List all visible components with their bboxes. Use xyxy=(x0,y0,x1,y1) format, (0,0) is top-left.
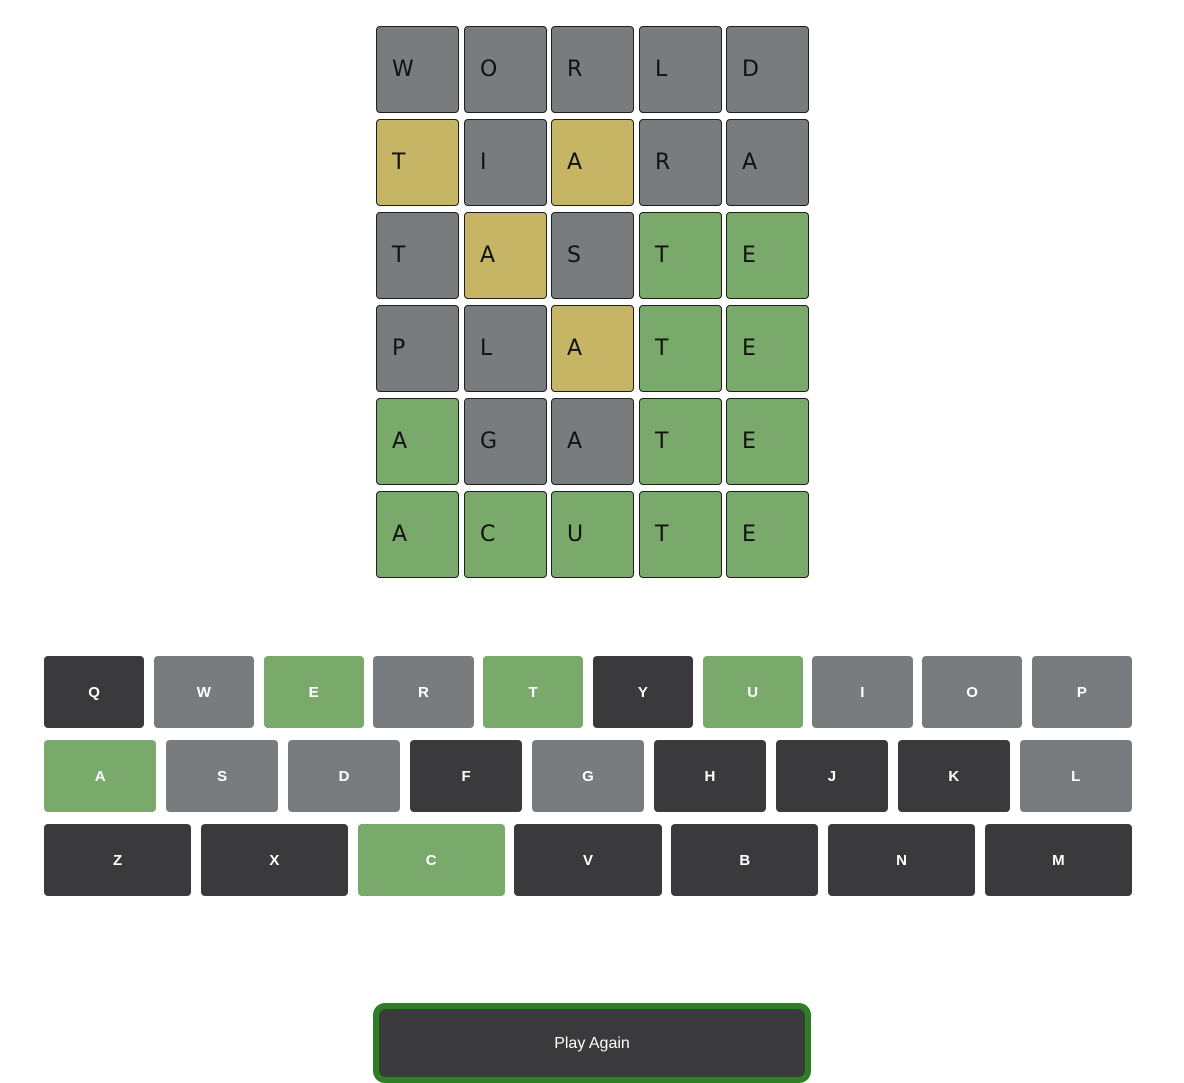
key-n[interactable]: N xyxy=(827,824,976,896)
letter-tile: A xyxy=(551,305,634,392)
letter-tile: L xyxy=(464,305,547,392)
key-j[interactable]: J xyxy=(775,740,889,812)
letter-tile: E xyxy=(726,305,809,392)
key-e[interactable]: E xyxy=(263,656,364,728)
board-row: ACUTE xyxy=(376,491,809,580)
letter-tile: I xyxy=(464,119,547,206)
letter-tile: A xyxy=(551,398,634,485)
letter-tile: A xyxy=(376,491,459,578)
key-k[interactable]: K xyxy=(897,740,1011,812)
letter-tile: A xyxy=(464,212,547,299)
letter-tile: R xyxy=(551,26,634,113)
tile-letter: T xyxy=(392,150,406,175)
tile-letter: E xyxy=(742,336,756,361)
tile-letter: A xyxy=(567,150,583,175)
board-row: TASTE xyxy=(376,212,809,301)
tile-letter: T xyxy=(655,336,669,361)
tile-letter: L xyxy=(655,57,668,82)
key-d[interactable]: D xyxy=(287,740,401,812)
play-again-button[interactable]: Play Again xyxy=(373,1003,811,1083)
tile-letter: T xyxy=(655,522,669,547)
letter-tile: R xyxy=(639,119,722,206)
key-v[interactable]: V xyxy=(514,824,662,896)
letter-tile: T xyxy=(639,305,722,392)
letter-tile: D xyxy=(726,26,809,113)
play-again-label: Play Again xyxy=(379,1009,805,1077)
key-f[interactable]: F xyxy=(409,740,523,812)
tile-letter: T xyxy=(655,243,669,268)
board-row: WORLD xyxy=(376,26,809,115)
letter-tile: T xyxy=(376,119,459,206)
key-y[interactable]: Y xyxy=(592,656,693,728)
key-h[interactable]: H xyxy=(653,740,767,812)
letter-tile: G xyxy=(464,398,547,485)
letter-tile: E xyxy=(726,491,809,578)
tile-letter: T xyxy=(392,243,406,268)
tile-letter: W xyxy=(392,57,414,82)
key-a[interactable]: A xyxy=(44,740,157,812)
letter-tile: O xyxy=(464,26,547,113)
letter-tile: E xyxy=(726,398,809,485)
letter-tile: T xyxy=(639,212,722,299)
tile-letter: T xyxy=(655,429,669,454)
keyboard-row: ASDFGHJKL xyxy=(44,740,1132,812)
board-row: TIARA xyxy=(376,119,809,208)
key-q[interactable]: Q xyxy=(44,656,145,728)
letter-tile: T xyxy=(639,398,722,485)
key-o[interactable]: O xyxy=(922,656,1023,728)
key-c[interactable]: C xyxy=(357,824,505,896)
tile-letter: A xyxy=(742,150,758,175)
key-t[interactable]: T xyxy=(483,656,584,728)
tile-letter: E xyxy=(742,429,756,454)
letter-tile: E xyxy=(726,212,809,299)
letter-tile: T xyxy=(376,212,459,299)
tile-letter: D xyxy=(742,57,759,82)
tile-letter: P xyxy=(392,336,406,361)
letter-tile: A xyxy=(726,119,809,206)
tile-letter: A xyxy=(480,243,496,268)
key-i[interactable]: I xyxy=(812,656,913,728)
tile-letter: I xyxy=(480,150,487,175)
tile-letter: L xyxy=(480,336,493,361)
letter-tile: W xyxy=(376,26,459,113)
letter-tile: S xyxy=(551,212,634,299)
tile-letter: E xyxy=(742,522,756,547)
tile-letter: U xyxy=(567,522,584,547)
letter-tile: A xyxy=(551,119,634,206)
letter-tile: U xyxy=(551,491,634,578)
tile-letter: G xyxy=(480,429,498,454)
key-m[interactable]: M xyxy=(984,824,1132,896)
key-z[interactable]: Z xyxy=(44,824,192,896)
key-s[interactable]: S xyxy=(165,740,279,812)
tile-letter: R xyxy=(655,150,671,175)
key-p[interactable]: P xyxy=(1031,656,1132,728)
letter-tile: P xyxy=(376,305,459,392)
tile-letter: S xyxy=(567,243,581,268)
key-l[interactable]: L xyxy=(1019,740,1132,812)
tile-letter: A xyxy=(567,429,583,454)
key-u[interactable]: U xyxy=(702,656,803,728)
tile-letter: A xyxy=(392,522,408,547)
key-x[interactable]: X xyxy=(200,824,349,896)
tile-letter: A xyxy=(392,429,408,454)
letter-tile: T xyxy=(639,491,722,578)
tile-letter: O xyxy=(480,57,498,82)
letter-tile: A xyxy=(376,398,459,485)
board-row: PLATE xyxy=(376,305,809,394)
key-w[interactable]: W xyxy=(153,656,254,728)
tile-letter: C xyxy=(480,522,496,547)
keyboard-row: QWERTYUIOP xyxy=(44,656,1132,728)
letter-tile: L xyxy=(639,26,722,113)
key-r[interactable]: R xyxy=(373,656,474,728)
tile-letter: E xyxy=(742,243,756,268)
key-b[interactable]: B xyxy=(671,824,819,896)
key-g[interactable]: G xyxy=(531,740,645,812)
keyboard-row: ZXCVBNM xyxy=(44,824,1132,896)
board-row: AGATE xyxy=(376,398,809,487)
tile-letter: A xyxy=(567,336,583,361)
tile-letter: R xyxy=(567,57,583,82)
letter-tile: C xyxy=(464,491,547,578)
